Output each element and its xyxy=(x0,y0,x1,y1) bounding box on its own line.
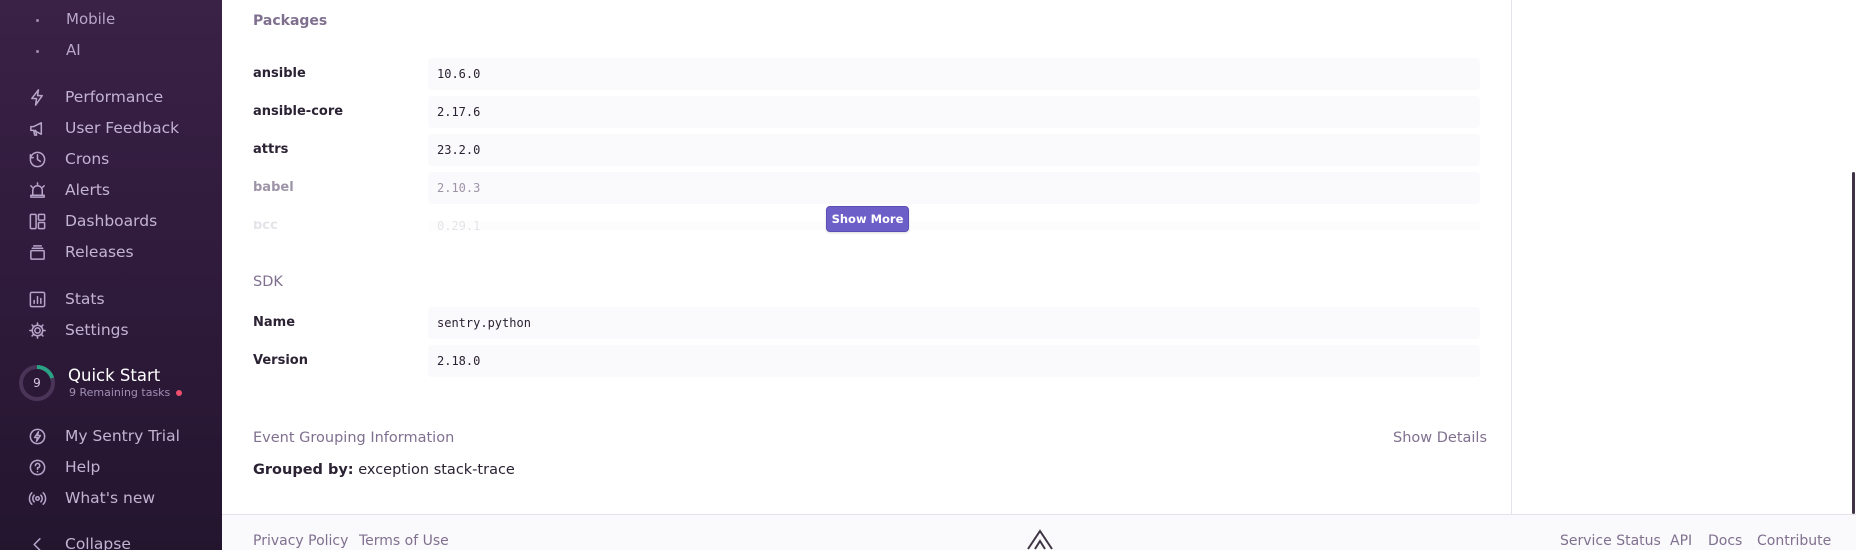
package-version: 2.10.3 xyxy=(428,172,1480,204)
event-grouping-title: Event Grouping Information xyxy=(253,430,455,446)
sidebar-item-label: Dashboards xyxy=(65,212,158,230)
package-row: babel 2.10.3 xyxy=(253,172,1513,204)
main-content: Packages ansible 10.6.0 ansible-core 2.1… xyxy=(222,0,1512,514)
footer-link-api[interactable]: API xyxy=(1670,533,1692,549)
sidebar-collapse[interactable]: Collapse xyxy=(27,533,131,550)
grouped-by-value: exception stack-trace xyxy=(358,462,515,478)
package-version: 23.2.0 xyxy=(428,134,1480,166)
sidebar-item-settings[interactable]: Settings xyxy=(27,319,129,341)
sidebar-item-label: What's new xyxy=(65,489,156,507)
package-row: ansible-core 2.17.6 xyxy=(253,96,1513,128)
lightning-icon xyxy=(27,87,47,107)
quick-start-subtitle: 9 Remaining tasks xyxy=(69,386,183,399)
sidebar-item-performance[interactable]: Performance xyxy=(27,86,163,108)
footer-link-docs[interactable]: Docs xyxy=(1708,533,1742,549)
sidebar-item-label: AI xyxy=(66,41,81,59)
bullet-icon xyxy=(36,19,39,22)
sidebar-item-label: Collapse xyxy=(65,535,131,550)
trial-icon xyxy=(27,426,47,446)
sidebar-item-dashboards[interactable]: Dashboards xyxy=(27,210,157,232)
grouped-by-label: Grouped by: xyxy=(253,462,354,478)
sidebar-item-crons[interactable]: Crons xyxy=(27,148,109,170)
siren-icon xyxy=(27,180,47,200)
package-name: ansible-core xyxy=(253,104,344,119)
help-icon xyxy=(27,457,47,477)
sdk-value: sentry.python xyxy=(428,307,1480,339)
sdk-key: Version xyxy=(253,353,308,368)
footer: Privacy Policy Terms of Use Service Stat… xyxy=(222,514,1856,550)
sdk-row: Version 2.18.0 xyxy=(253,345,1513,377)
sidebar-item-label: Releases xyxy=(65,243,134,261)
chevron-left-icon xyxy=(27,534,47,550)
dashboard-icon xyxy=(27,211,47,231)
package-name: bcc xyxy=(253,221,278,231)
sidebar-item-user-feedback[interactable]: User Feedback xyxy=(27,117,179,139)
sidebar-item-label: Alerts xyxy=(65,181,110,199)
footer-link-privacy-policy[interactable]: Privacy Policy xyxy=(253,533,348,549)
packages-title: Packages xyxy=(253,13,328,29)
sidebar-item-label: User Feedback xyxy=(65,119,180,137)
scrollbar[interactable] xyxy=(1852,172,1855,514)
sidebar-item-label: Crons xyxy=(65,150,110,168)
right-panel-divider xyxy=(1511,0,1512,514)
clock-icon xyxy=(27,149,47,169)
footer-link-service-status[interactable]: Service Status xyxy=(1560,533,1661,549)
quick-start[interactable]: 9 Quick Start 9 Remaining tasks xyxy=(18,364,218,406)
sidebar-item-label: Settings xyxy=(65,321,129,339)
sdk-row: Name sentry.python xyxy=(253,307,1513,339)
releases-icon xyxy=(27,242,47,262)
megaphone-icon xyxy=(27,118,47,138)
package-version: 2.17.6 xyxy=(428,96,1480,128)
show-details-button[interactable]: Show Details xyxy=(1393,430,1487,446)
stats-icon xyxy=(27,289,47,309)
quick-start-count: 9 xyxy=(33,376,41,390)
show-more-button[interactable]: Show More xyxy=(826,206,909,232)
sdk-title: SDK xyxy=(253,274,283,290)
package-name: babel xyxy=(253,180,294,195)
sidebar-item-alerts[interactable]: Alerts xyxy=(27,179,110,201)
sidebar-item-label: Mobile xyxy=(66,10,116,28)
notification-dot-icon xyxy=(176,390,183,396)
broadcast-icon xyxy=(27,488,47,508)
footer-link-terms-of-use[interactable]: Terms of Use xyxy=(359,533,449,549)
gear-icon xyxy=(27,320,47,340)
sidebar-item-whats-new[interactable]: What's new xyxy=(27,487,155,509)
sidebar: Mobile AI Performance User Feedback Cron… xyxy=(0,0,222,550)
sidebar-item-releases[interactable]: Releases xyxy=(27,241,134,263)
sidebar-item-my-sentry-trial[interactable]: My Sentry Trial xyxy=(27,425,180,447)
bullet-icon xyxy=(36,50,39,53)
quick-start-title: Quick Start xyxy=(68,366,161,385)
package-row: ansible 10.6.0 xyxy=(253,58,1513,90)
sidebar-item-help[interactable]: Help xyxy=(27,456,100,478)
sidebar-item-label: Help xyxy=(65,458,101,476)
package-version: 10.6.0 xyxy=(428,58,1480,90)
sdk-key: Name xyxy=(253,315,296,330)
sdk-value: 2.18.0 xyxy=(428,345,1480,377)
package-name: attrs xyxy=(253,142,289,157)
package-version: 0.29.1 xyxy=(428,221,1480,231)
package-name: ansible xyxy=(253,66,306,81)
grouped-by: Grouped by: exception stack-trace xyxy=(253,462,515,478)
sidebar-item-label: Stats xyxy=(65,290,105,308)
sidebar-item-stats[interactable]: Stats xyxy=(27,288,105,310)
sentry-logo-icon xyxy=(1027,529,1053,550)
footer-link-contribute[interactable]: Contribute xyxy=(1757,533,1831,549)
sidebar-item-label: Performance xyxy=(65,88,164,106)
package-row: attrs 23.2.0 xyxy=(253,134,1513,166)
sidebar-item-label: My Sentry Trial xyxy=(65,427,180,445)
quick-start-remaining: 9 Remaining tasks xyxy=(69,386,171,399)
